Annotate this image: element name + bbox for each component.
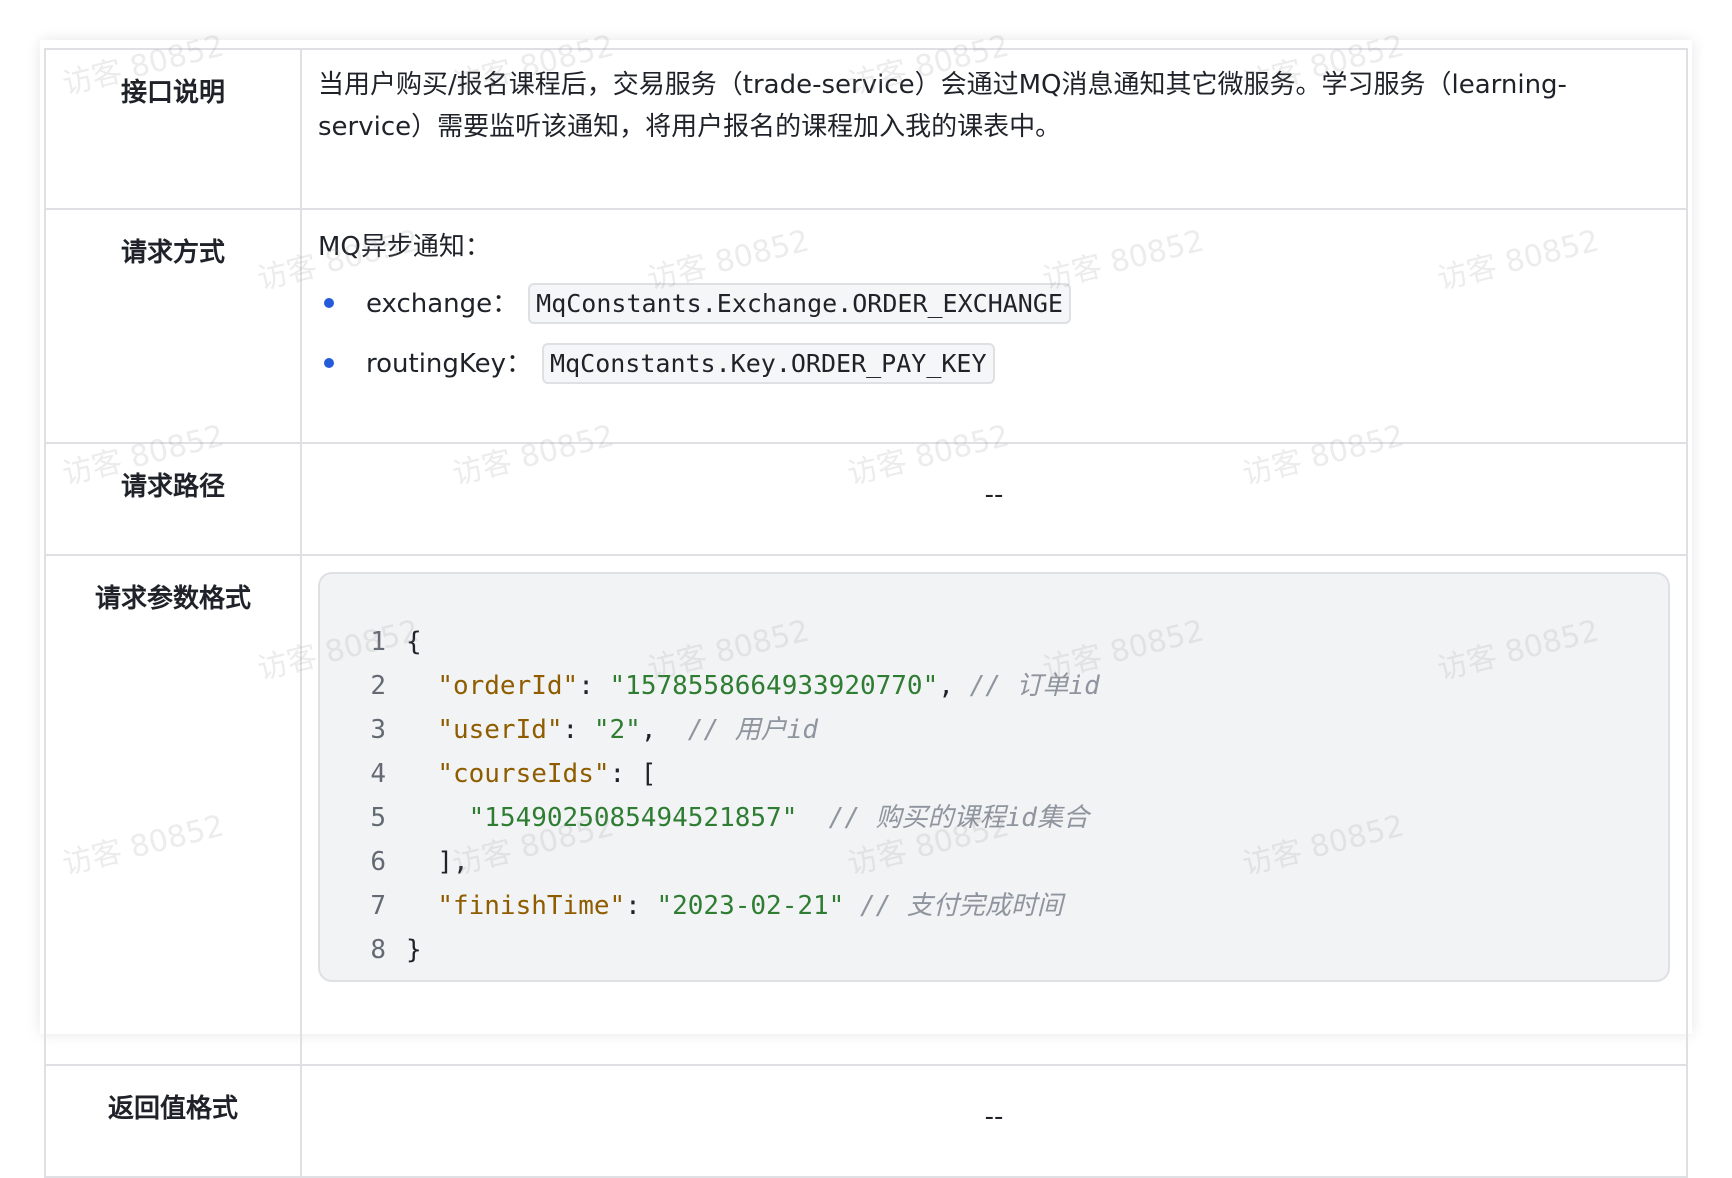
code-punctuation: : (625, 891, 657, 921)
value-cell: 当用户购买/报名课程后，交易服务（trade-service）会通过MQ消息通知… (300, 48, 1688, 210)
code-line: 3 "userId": "2", // 用户id (320, 708, 1668, 752)
label-interface-description: 接口说明 (120, 78, 225, 108)
json-key: "userId" (437, 715, 563, 745)
row-request-method: 请求方式 MQ异步通知： exchange： MqConstants.Exchan… (44, 208, 1688, 444)
json-string: "1549025085494521857" (468, 803, 798, 833)
code-line: 1{ (320, 620, 1668, 664)
json-string: "2023-02-21" (656, 891, 845, 921)
code-line: 2 "orderId": "1578558664933920770", // 订… (320, 664, 1668, 708)
request-path-value: -- (984, 480, 1004, 510)
code-comment: // 用户id (687, 715, 819, 745)
line-number: 8 (370, 935, 386, 965)
code-line: 4 "courseIds": [ (320, 752, 1668, 796)
code-punctuation: : [ (609, 759, 657, 789)
method-bullet-list: exchange： MqConstants.Exchange.ORDER_EXCH… (318, 276, 1670, 396)
json-key: "courseIds" (437, 759, 610, 789)
code-punctuation: , (938, 671, 970, 701)
line-number: 5 (370, 803, 386, 833)
code-line: 5 "1549025085494521857" // 购买的课程id集合 (320, 796, 1668, 840)
list-item: exchange： MqConstants.Exchange.ORDER_EXCH… (318, 276, 1670, 336)
label-request-method: 请求方式 (120, 238, 225, 268)
inline-code-exchange: MqConstants.Exchange.ORDER_EXCHANGE (528, 283, 1071, 324)
api-spec-table: 接口说明 当用户购买/报名课程后，交易服务（trade-service）会通过M… (44, 48, 1688, 1178)
api-spec-card: 接口说明 当用户购买/报名课程后，交易服务（trade-service）会通过M… (40, 40, 1692, 1178)
label-cell: 返回值格式 (44, 1064, 302, 1178)
line-number: 6 (370, 847, 386, 877)
json-code-block[interactable]: 1{2 "orderId": "1578558664933920770", //… (318, 572, 1670, 982)
code-line: 7 "finishTime": "2023-02-21" // 支付完成时间 (320, 884, 1668, 928)
code-punctuation: { (406, 627, 422, 657)
line-number: 4 (370, 759, 386, 789)
json-key: "finishTime" (437, 891, 626, 921)
code-punctuation: : (562, 715, 594, 745)
row-request-path: 请求路径 -- (44, 442, 1688, 556)
row-return-format: 返回值格式 -- (44, 1064, 1688, 1178)
code-punctuation (797, 803, 828, 833)
json-string: "1578558664933920770" (609, 671, 939, 701)
code-punctuation: ], (437, 847, 469, 877)
code-line: 6 ], (320, 840, 1668, 884)
label-request-path: 请求路径 (120, 472, 225, 502)
code-comment: // 支付完成时间 (859, 891, 1063, 921)
code-comment: // 订单id (969, 671, 1100, 701)
label-cell: 请求路径 (44, 442, 302, 556)
value-cell: 1{2 "orderId": "1578558664933920770", //… (300, 554, 1688, 1066)
label-cell: 接口说明 (44, 48, 302, 210)
line-number: 2 (370, 671, 386, 701)
row-request-params: 请求参数格式 1{2 "orderId": "15785586649339207… (44, 554, 1688, 1066)
row-interface-description: 接口说明 当用户购买/报名课程后，交易服务（trade-service）会通过M… (44, 48, 1688, 210)
return-format-value: -- (984, 1102, 1004, 1132)
code-punctuation: , (640, 715, 688, 745)
code-punctuation (844, 891, 860, 921)
bullet-dot-icon (324, 358, 334, 368)
bullet-label: routingKey： (366, 349, 533, 379)
value-cell: -- (300, 1064, 1688, 1178)
line-number: 7 (370, 891, 386, 921)
value-cell: MQ异步通知： exchange： MqConstants.Exchange.OR… (300, 208, 1688, 444)
label-cell: 请求参数格式 (44, 554, 302, 1066)
code-comment: // 购买的课程id集合 (828, 803, 1089, 833)
label-request-params: 请求参数格式 (94, 584, 251, 614)
interface-description-text: 当用户购买/报名课程后，交易服务（trade-service）会通过MQ消息通知… (318, 70, 1567, 142)
label-cell: 请求方式 (44, 208, 302, 444)
json-key: "orderId" (437, 671, 579, 701)
code-line: 8} (320, 928, 1668, 972)
value-cell: -- (300, 442, 1688, 556)
list-item: routingKey： MqConstants.Key.ORDER_PAY_KEY (318, 336, 1670, 396)
label-return-format: 返回值格式 (107, 1094, 238, 1124)
inline-code-routing-key: MqConstants.Key.ORDER_PAY_KEY (542, 343, 995, 384)
code-punctuation: } (406, 935, 422, 965)
bullet-dot-icon (324, 298, 334, 308)
line-number: 3 (370, 715, 386, 745)
line-number: 1 (370, 627, 386, 657)
bullet-label: exchange： (366, 289, 519, 319)
code-punctuation: : (578, 671, 610, 701)
json-string: "2" (593, 715, 641, 745)
request-method-intro: MQ异步通知： (318, 232, 491, 262)
